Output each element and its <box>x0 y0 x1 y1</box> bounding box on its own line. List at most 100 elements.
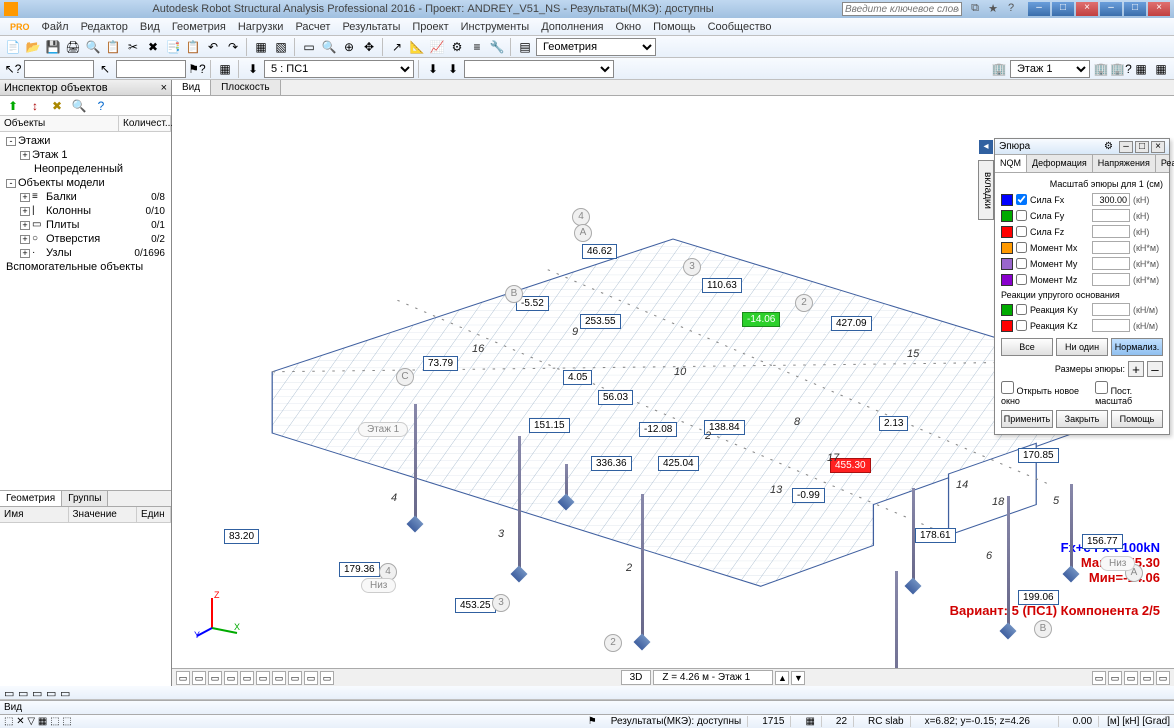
mv4[interactable]: ▭ <box>46 687 58 699</box>
force-checkbox[interactable] <box>1016 320 1027 331</box>
menu-дополнения[interactable]: Дополнения <box>535 21 609 33</box>
combo-select[interactable] <box>464 60 614 78</box>
vb-r3[interactable]: ▭ <box>1124 671 1138 685</box>
vb-10[interactable]: ▭ <box>320 671 334 685</box>
vb-down[interactable]: ▼ <box>791 671 805 685</box>
floor-select[interactable]: Этаж 1 <box>1010 60 1090 78</box>
inspector-close-icon[interactable]: × <box>161 82 167 94</box>
open-icon[interactable]: 📂 <box>24 38 42 56</box>
child-maximize-button[interactable]: □ <box>1124 2 1146 16</box>
force-checkbox[interactable] <box>1016 226 1027 237</box>
filter2-icon[interactable]: ↕ <box>26 97 44 115</box>
tree-item[interactable]: -Этажи <box>2 134 169 148</box>
vb-7[interactable]: ▭ <box>272 671 286 685</box>
menu-нагрузки[interactable]: Нагрузки <box>232 21 290 33</box>
panel-min-button[interactable]: – <box>1119 141 1133 153</box>
vb-5[interactable]: ▭ <box>240 671 254 685</box>
menu-геометрия[interactable]: Геометрия <box>166 21 232 33</box>
tree-item[interactable]: +·Узлы0/1696 <box>2 246 169 260</box>
child-close-button[interactable]: × <box>1148 2 1170 16</box>
tab-groups[interactable]: Группы <box>62 491 108 506</box>
search-input[interactable] <box>842 2 962 16</box>
menu-помощь[interactable]: Помощь <box>647 21 702 33</box>
force-checkbox[interactable] <box>1016 274 1027 285</box>
vb-2[interactable]: ▭ <box>192 671 206 685</box>
tool-icon[interactable]: ▧ <box>272 38 290 56</box>
grid1-icon[interactable]: ▦ <box>1132 60 1150 78</box>
color-swatch[interactable] <box>1001 194 1013 206</box>
tree-expand-icon[interactable]: + <box>20 151 30 160</box>
wrench-icon[interactable]: 🔧 <box>488 38 506 56</box>
menu-расчет[interactable]: Расчет <box>289 21 336 33</box>
force-checkbox[interactable] <box>1016 194 1027 205</box>
vb-6[interactable]: ▭ <box>256 671 270 685</box>
mv5[interactable]: ▭ <box>60 687 72 699</box>
btn-apply[interactable]: Применить <box>1001 410 1053 428</box>
tree-item[interactable]: +≡Балки0/8 <box>2 190 169 204</box>
analysis-icon[interactable]: ⚙ <box>448 38 466 56</box>
tree-item[interactable]: +○Отверстия0/2 <box>2 232 169 246</box>
tree-expand-icon[interactable]: + <box>20 207 30 216</box>
tree-expand-icon[interactable]: + <box>20 221 30 230</box>
vb-3[interactable]: ▭ <box>208 671 222 685</box>
object-tree[interactable]: -Этажи+Этаж 1Неопределенный-Объекты моде… <box>0 132 171 490</box>
view-tab-plane[interactable]: Плоскость <box>211 80 281 95</box>
force-value-input[interactable] <box>1092 193 1130 206</box>
force-value-input[interactable] <box>1092 257 1130 270</box>
tree-item[interactable]: +▭Плиты0/1 <box>2 218 169 232</box>
menu-pro[interactable]: PRO <box>4 22 36 32</box>
menu-окно[interactable]: Окно <box>610 21 648 33</box>
size-minus-button[interactable]: – <box>1147 361 1163 377</box>
force-value-input[interactable] <box>1092 225 1130 238</box>
pan-icon[interactable]: ✥ <box>360 38 378 56</box>
preview-icon[interactable]: 🔍 <box>84 38 102 56</box>
vb-r2[interactable]: ▭ <box>1108 671 1122 685</box>
layout-icon[interactable]: ▤ <box>516 38 534 56</box>
menu-результаты[interactable]: Результаты <box>336 21 406 33</box>
calc-icon[interactable]: ≡ <box>468 38 486 56</box>
load3-icon[interactable]: ⬇ <box>444 60 462 78</box>
tab-stress[interactable]: Напряжения <box>1093 155 1156 172</box>
load-icon[interactable]: ⬇ <box>244 60 262 78</box>
side-collapse-arrow-icon[interactable]: ◂ <box>979 140 993 154</box>
vb-9[interactable]: ▭ <box>304 671 318 685</box>
tree-item[interactable]: +Этаж 1 <box>2 148 169 162</box>
undo-icon[interactable]: ↶ <box>204 38 222 56</box>
vb-r1[interactable]: ▭ <box>1092 671 1106 685</box>
force-value-input[interactable] <box>1092 241 1130 254</box>
tab-geometry[interactable]: Геометрия <box>0 491 62 506</box>
btn-none[interactable]: Ни один <box>1056 338 1108 356</box>
pointer2-icon[interactable]: ↖ <box>96 60 114 78</box>
zoom-all-icon[interactable]: ⊕ <box>340 38 358 56</box>
tab-deform[interactable]: Деформация <box>1027 155 1093 172</box>
select-icon[interactable]: ▭ <box>300 38 318 56</box>
menu-файл[interactable]: Файл <box>36 21 75 33</box>
tree-item[interactable]: Вспомогательные объекты <box>2 260 169 274</box>
force-checkbox[interactable] <box>1016 242 1027 253</box>
color-swatch[interactable] <box>1001 320 1013 332</box>
force-checkbox[interactable] <box>1016 304 1027 315</box>
tab-react[interactable]: Реа <box>1156 155 1174 172</box>
color-swatch[interactable] <box>1001 210 1013 222</box>
table-icon[interactable]: ▦ <box>252 38 270 56</box>
tree-item[interactable]: Неопределенный <box>2 162 169 176</box>
redo-icon[interactable]: ↷ <box>224 38 242 56</box>
close-button[interactable]: × <box>1076 2 1098 16</box>
floor-icon[interactable]: 🏢 <box>990 60 1008 78</box>
sel-input-2[interactable] <box>116 60 186 78</box>
menu-редактор[interactable]: Редактор <box>75 21 134 33</box>
force-value-input[interactable] <box>1092 209 1130 222</box>
vb-1[interactable]: ▭ <box>176 671 190 685</box>
child-minimize-button[interactable]: – <box>1100 2 1122 16</box>
flag-icon[interactable]: ⚑? <box>188 60 206 78</box>
tab-nqm[interactable]: NQM <box>995 155 1027 172</box>
sb-icons[interactable]: ⬚ ✕ ▽ ▦ ⬚ ⬚ <box>4 716 72 727</box>
tree-expand-icon[interactable]: - <box>6 137 16 146</box>
mv3[interactable]: ▭ <box>32 687 44 699</box>
save-icon[interactable]: 💾 <box>44 38 62 56</box>
delete-icon[interactable]: ✖ <box>144 38 162 56</box>
link-icon[interactable]: ⧉ <box>968 2 982 16</box>
size-plus-button[interactable]: + <box>1128 361 1144 377</box>
mv1[interactable]: ▭ <box>4 687 16 699</box>
help-tree-icon[interactable]: ? <box>92 97 110 115</box>
